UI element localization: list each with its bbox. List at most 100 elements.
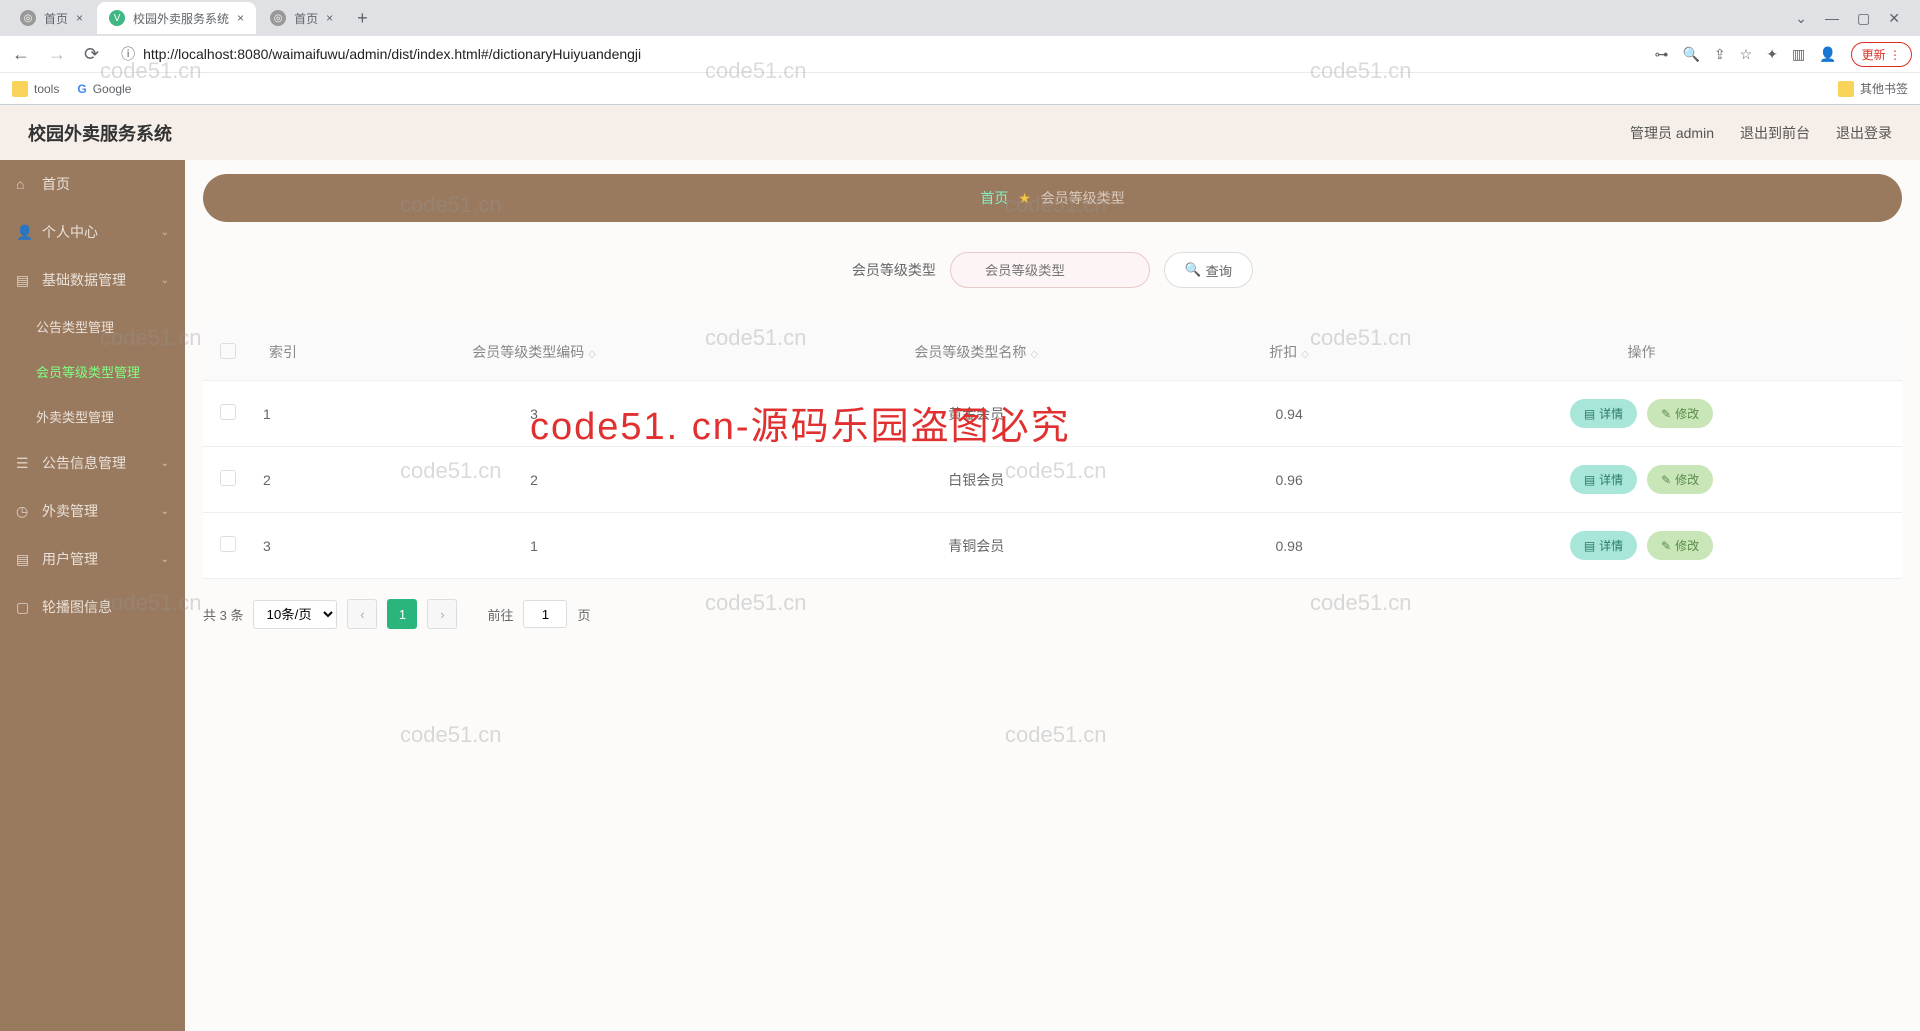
tab-bar: ◎ 首页 × V 校园外卖服务系统 × ◎ 首页 × + ⌄ — ▢ ✕ — [0, 0, 1920, 36]
logout-front-button[interactable]: 退出到前台 — [1740, 123, 1810, 143]
browser-tab-1[interactable]: V 校园外卖服务系统 × — [97, 2, 256, 34]
edit-button[interactable]: ✎ 修改 — [1647, 465, 1713, 494]
folder-icon — [12, 81, 28, 97]
browser-tab-0[interactable]: ◎ 首页 × — [8, 2, 95, 34]
row-checkbox[interactable] — [220, 470, 236, 486]
breadcrumb-home[interactable]: 首页 — [980, 190, 1008, 206]
tab-title: 首页 — [44, 10, 68, 27]
sidebar: ⌂ 首页 👤 个人中心 ⌄ ▤ 基础数据管理 ⌄ 公告类型管理 会员等级类型管理… — [0, 160, 185, 1031]
key-icon[interactable]: ⊶ — [1655, 46, 1669, 63]
app-header: 校园外卖服务系统 管理员 admin 退出到前台 退出登录 — [0, 105, 1920, 160]
col-code[interactable]: 会员等级类型编码◇ — [313, 324, 755, 381]
goto-suffix: 页 — [577, 605, 590, 624]
share-icon[interactable]: ⇪ — [1714, 46, 1726, 63]
main-content: 首页 ★ 会员等级类型 会员等级类型 🔍 查询 索引 会员等级类型编码◇ 会员等… — [185, 160, 1920, 1031]
sort-icon: ◇ — [1301, 352, 1309, 358]
chevron-down-icon: ⌄ — [161, 458, 169, 469]
sidebar-item-basic-data[interactable]: ▤ 基础数据管理 ⌄ — [0, 256, 185, 304]
browser-tab-2[interactable]: ◎ 首页 × — [258, 2, 345, 34]
row-checkbox[interactable] — [220, 536, 236, 552]
minimize-icon[interactable]: — — [1825, 10, 1839, 27]
address-bar: ← → ⟳ ⓘ http://localhost:8080/waimaifuwu… — [0, 36, 1920, 72]
cell-index: 2 — [253, 447, 313, 513]
tab-title: 校园外卖服务系统 — [133, 10, 229, 27]
search-icon: 🔍 — [1185, 262, 1202, 278]
search-input[interactable] — [950, 252, 1150, 288]
close-icon[interactable]: × — [76, 11, 83, 25]
info-icon: ⓘ — [121, 44, 135, 64]
chevron-down-icon: ⌄ — [161, 506, 169, 517]
data-icon: ▤ — [16, 272, 32, 289]
page-1-button[interactable]: 1 — [387, 599, 417, 629]
col-name[interactable]: 会员等级类型名称◇ — [755, 324, 1197, 381]
back-button[interactable]: ← — [8, 40, 34, 69]
bookmark-tools[interactable]: tools — [12, 81, 59, 97]
zoom-icon[interactable]: 🔍 — [1683, 46, 1700, 63]
user-label[interactable]: 管理员 admin — [1630, 123, 1714, 143]
bookmark-other[interactable]: 其他书签 — [1838, 80, 1908, 97]
search-button[interactable]: 🔍 查询 — [1164, 252, 1253, 288]
goto-prefix: 前往 — [487, 605, 513, 624]
sidebar-item-announcement[interactable]: ☰ 公告信息管理 ⌄ — [0, 439, 185, 487]
row-checkbox[interactable] — [220, 404, 236, 420]
search-label: 会员等级类型 — [852, 260, 936, 280]
sort-icon: ◇ — [1030, 352, 1038, 358]
close-icon[interactable]: × — [326, 11, 333, 25]
edit-icon: ✎ — [1661, 407, 1671, 421]
search-row: 会员等级类型 🔍 查询 — [203, 252, 1902, 288]
maximize-icon[interactable]: ▢ — [1857, 10, 1870, 27]
select-all-checkbox[interactable] — [220, 343, 236, 359]
sidebar-sub-announce-type[interactable]: 公告类型管理 — [0, 304, 185, 349]
col-discount[interactable]: 折扣◇ — [1197, 324, 1381, 381]
detail-button[interactable]: ▤ 详情 — [1570, 399, 1637, 428]
edit-icon: ✎ — [1661, 473, 1671, 487]
star-icon[interactable]: ☆ — [1740, 46, 1753, 63]
detail-button[interactable]: ▤ 详情 — [1570, 531, 1637, 560]
sidebar-item-user[interactable]: ▤ 用户管理 ⌄ — [0, 535, 185, 583]
sidepanel-icon[interactable]: ▥ — [1792, 46, 1805, 63]
dropdown-icon[interactable]: ⌄ — [1795, 10, 1807, 27]
next-page-button[interactable]: › — [427, 599, 457, 629]
edit-button[interactable]: ✎ 修改 — [1647, 399, 1713, 428]
edit-icon: ✎ — [1661, 539, 1671, 553]
new-tab-button[interactable]: + — [347, 8, 378, 29]
sidebar-item-carousel[interactable]: ▢ 轮播图信息 — [0, 583, 185, 631]
goto-page-input[interactable] — [523, 600, 567, 628]
breadcrumb-current: 会员等级类型 — [1041, 190, 1125, 206]
cell-code: 1 — [313, 513, 755, 579]
cell-code: 2 — [313, 447, 755, 513]
home-icon: ⌂ — [16, 176, 32, 192]
pagination: 共 3 条 10条/页 ‹ 1 › 前往 页 — [203, 599, 1902, 629]
cell-name: 黄金会员 — [755, 381, 1197, 447]
browser-chrome: ◎ 首页 × V 校园外卖服务系统 × ◎ 首页 × + ⌄ — ▢ ✕ ← →… — [0, 0, 1920, 105]
prev-page-button[interactable]: ‹ — [347, 599, 377, 629]
chevron-down-icon: ⌄ — [161, 554, 169, 565]
cell-name: 白银会员 — [755, 447, 1197, 513]
profile-icon[interactable]: 👤 — [1819, 46, 1836, 63]
edit-button[interactable]: ✎ 修改 — [1647, 531, 1713, 560]
chevron-down-icon: ⌄ — [161, 275, 169, 286]
sidebar-sub-member-level[interactable]: 会员等级类型管理 — [0, 349, 185, 394]
logout-button[interactable]: 退出登录 — [1836, 123, 1892, 143]
col-action: 操作 — [1381, 324, 1902, 381]
reload-button[interactable]: ⟳ — [80, 40, 103, 69]
close-window-icon[interactable]: ✕ — [1888, 10, 1900, 27]
url-field[interactable]: ⓘ http://localhost:8080/waimaifuwu/admin… — [113, 44, 1644, 64]
total-label: 共 3 条 — [203, 605, 243, 624]
image-icon: ▢ — [16, 599, 32, 616]
users-icon: ▤ — [16, 551, 32, 568]
forward-button[interactable]: → — [44, 40, 70, 69]
bookmark-google[interactable]: G Google — [77, 82, 131, 96]
extensions-icon[interactable]: ✦ — [1766, 46, 1778, 63]
detail-button[interactable]: ▤ 详情 — [1570, 465, 1637, 494]
close-icon[interactable]: × — [237, 11, 244, 25]
breadcrumb: 首页 ★ 会员等级类型 — [203, 174, 1902, 222]
update-button[interactable]: 更新 ⋮ — [1851, 42, 1912, 67]
sidebar-item-home[interactable]: ⌂ 首页 — [0, 160, 185, 208]
url-text: http://localhost:8080/waimaifuwu/admin/d… — [143, 46, 641, 62]
per-page-select[interactable]: 10条/页 — [253, 600, 337, 629]
tab-title: 首页 — [294, 10, 318, 27]
sidebar-sub-delivery-type[interactable]: 外卖类型管理 — [0, 394, 185, 439]
sidebar-item-delivery[interactable]: ◷ 外卖管理 ⌄ — [0, 487, 185, 535]
sidebar-item-personal[interactable]: 👤 个人中心 ⌄ — [0, 208, 185, 256]
